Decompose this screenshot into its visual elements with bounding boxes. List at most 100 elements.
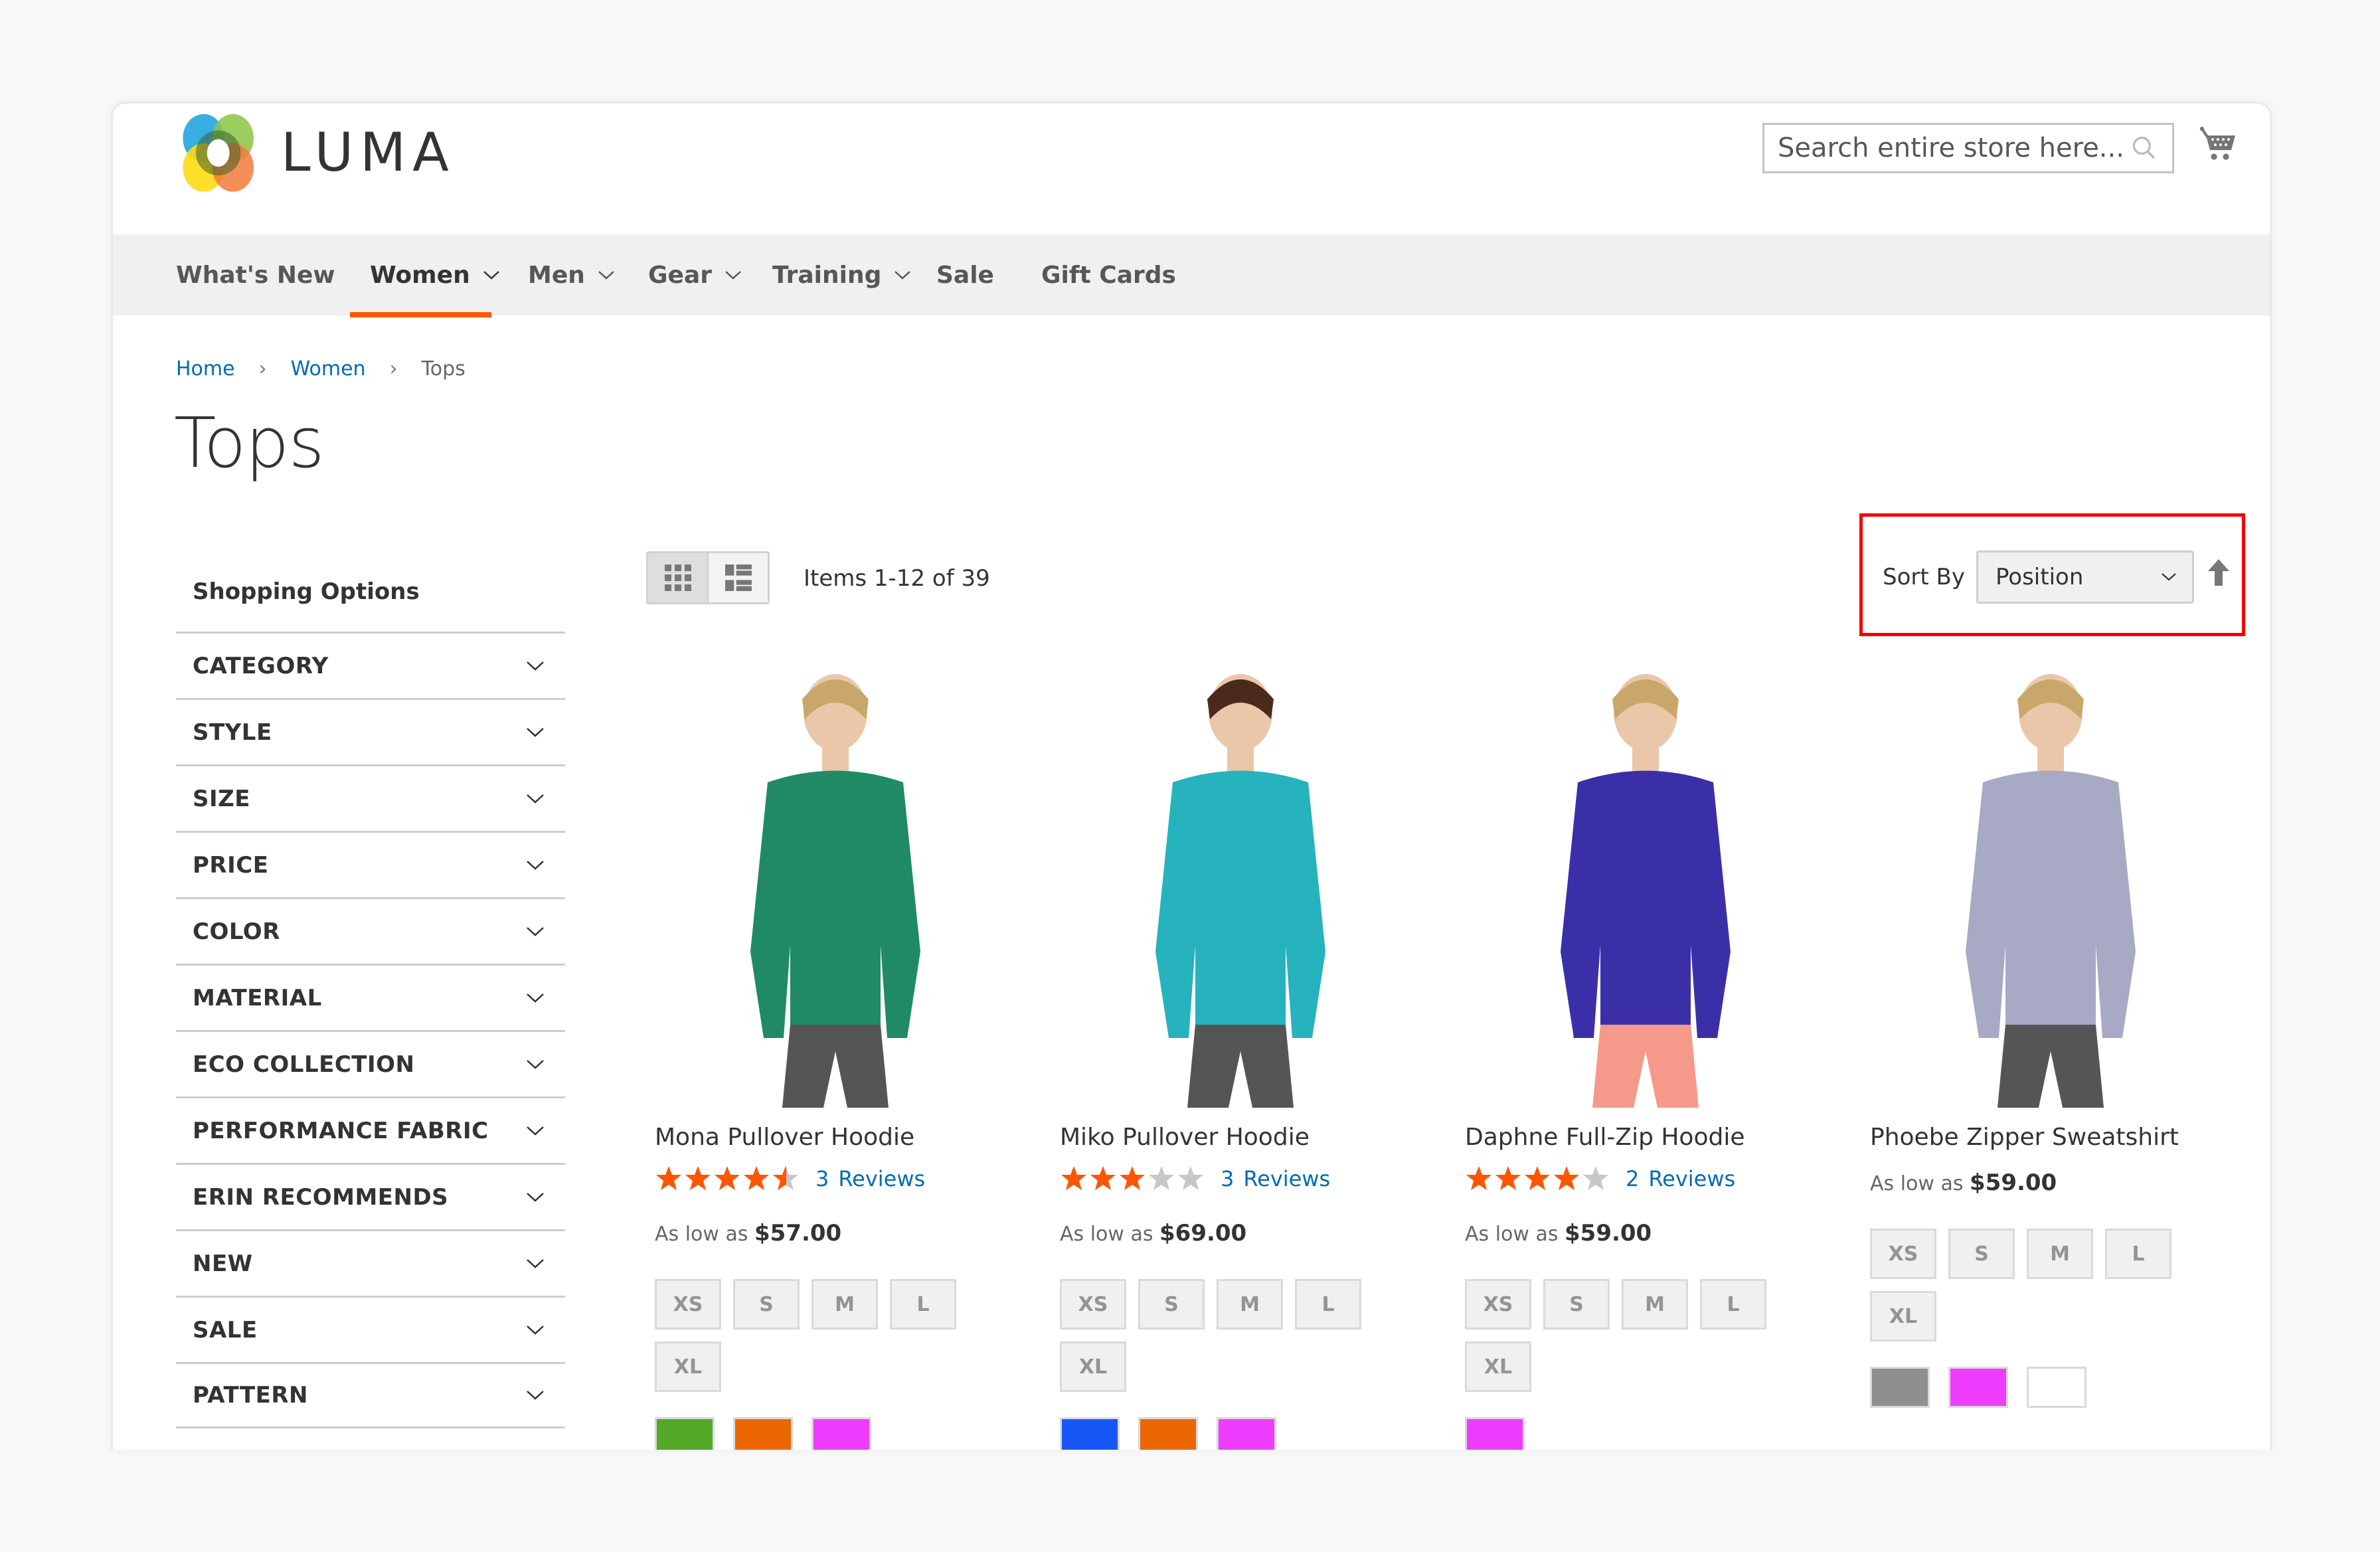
filter-performance-fabric[interactable]: PERFORMANCE FABRIC — [176, 1096, 565, 1163]
size-swatch-m[interactable]: M — [811, 1279, 878, 1330]
color-swatch[interactable] — [1870, 1367, 1930, 1408]
product-card: Daphne Full-Zip Hoodie 2 Reviews As low as … — [1465, 666, 1824, 1450]
filter-color[interactable]: COLOR — [176, 897, 565, 964]
chevron-down-icon — [483, 271, 499, 280]
product-image — [1060, 666, 1418, 1108]
product-price: As low as $59.00 — [1870, 1167, 2229, 1199]
filter-style[interactable]: STYLE — [176, 698, 565, 764]
rating-stars-icon — [1465, 1165, 1611, 1193]
list-view-button[interactable] — [709, 553, 768, 602]
sort-by-select[interactable]: Position — [1976, 551, 2194, 604]
color-swatch[interactable] — [733, 1417, 793, 1450]
chevron-down-icon — [598, 271, 614, 280]
product-price: As low as $59.00 — [1465, 1218, 1824, 1250]
color-swatches — [1060, 1417, 1418, 1450]
product-card: Mona Pullover Hoodie 3 Reviews As low as $5… — [655, 666, 1013, 1450]
size-swatch-l[interactable]: L — [1700, 1279, 1766, 1330]
filter-pattern[interactable]: PATTERN — [176, 1362, 565, 1428]
color-swatch[interactable] — [1217, 1417, 1276, 1450]
search-icon[interactable] — [2130, 133, 2159, 163]
size-swatch-l[interactable]: L — [1295, 1279, 1361, 1330]
size-swatch-xl[interactable]: XL — [1870, 1291, 1936, 1341]
sidebar-title: Shopping Options — [193, 578, 420, 605]
filter-category[interactable]: CATEGORY — [176, 632, 565, 698]
filter-sale[interactable]: SALE — [176, 1296, 565, 1362]
size-swatches: XS S M L XL — [1060, 1279, 1365, 1392]
product-name-link[interactable]: Mona Pullover Hoodie — [655, 1121, 1013, 1154]
color-swatch[interactable] — [811, 1417, 871, 1450]
size-swatch-l[interactable]: L — [890, 1279, 956, 1330]
nav-item-women[interactable]: Women — [370, 234, 501, 315]
product-rating: 3 Reviews — [655, 1164, 1013, 1194]
product-image-link[interactable] — [1060, 666, 1418, 1108]
color-swatch[interactable] — [1465, 1417, 1525, 1450]
product-name-link[interactable]: Daphne Full-Zip Hoodie — [1465, 1121, 1824, 1154]
product-image — [1870, 666, 2229, 1108]
size-swatch-xs[interactable]: XS — [1870, 1229, 1936, 1279]
product-name-link[interactable]: Miko Pullover Hoodie — [1060, 1121, 1418, 1154]
chevron-down-icon — [527, 1325, 544, 1335]
size-swatch-xl[interactable]: XL — [1060, 1341, 1126, 1392]
filter-price[interactable]: PRICE — [176, 831, 565, 897]
reviews-link[interactable]: 3 Reviews — [815, 1166, 925, 1191]
size-swatch-s[interactable]: S — [733, 1279, 800, 1330]
product-name-link[interactable]: Phoebe Zipper Sweatshirt — [1870, 1121, 2229, 1154]
breadcrumb-home[interactable]: Home — [176, 357, 235, 381]
rating-stars-icon — [655, 1165, 801, 1193]
size-swatch-xl[interactable]: XL — [655, 1341, 721, 1392]
size-swatches: XS S M L XL — [655, 1279, 960, 1392]
filter-eco-collection[interactable]: ECO COLLECTION — [176, 1030, 565, 1096]
size-swatch-xs[interactable]: XS — [655, 1279, 721, 1330]
size-swatch-s[interactable]: S — [1138, 1279, 1205, 1330]
items-count: Items 1-12 of 39 — [804, 565, 990, 592]
list-icon — [724, 564, 752, 591]
filter-new[interactable]: NEW — [176, 1229, 565, 1296]
size-swatch-xl[interactable]: XL — [1465, 1341, 1531, 1392]
review-count: 3 — [1221, 1166, 1234, 1191]
color-swatch[interactable] — [2027, 1367, 2086, 1408]
search-field[interactable] — [1762, 123, 2174, 173]
size-swatch-m[interactable]: M — [1622, 1279, 1688, 1330]
reviews-link[interactable]: 2 Reviews — [1626, 1166, 1735, 1191]
nav-item-men[interactable]: Men — [528, 234, 616, 315]
grid-view-button[interactable] — [648, 553, 709, 602]
nav-label: Gift Cards — [1041, 261, 1176, 289]
color-swatches — [1465, 1417, 1824, 1450]
product-image-link[interactable] — [655, 666, 1013, 1108]
filter-erin-recommends[interactable]: ERIN RECOMMENDS — [176, 1163, 565, 1229]
active-nav-indicator — [350, 312, 491, 317]
nav-item-training[interactable]: Training — [772, 234, 912, 315]
nav-item-whats-new[interactable]: What's New — [176, 234, 335, 315]
cart-icon[interactable] — [2198, 124, 2238, 163]
color-swatch[interactable] — [1948, 1367, 2008, 1408]
product-card: Phoebe Zipper Sweatshirt As low as $59.00… — [1870, 666, 2229, 1408]
nav-item-gift-cards[interactable]: Gift Cards — [1041, 234, 1176, 315]
nav-item-sale[interactable]: Sale — [936, 234, 994, 315]
filter-size[interactable]: SIZE — [176, 764, 565, 831]
size-swatch-s[interactable]: S — [1948, 1229, 2015, 1279]
nav-item-gear[interactable]: Gear — [648, 234, 742, 315]
breadcrumb-women[interactable]: Women — [291, 357, 366, 381]
color-swatch[interactable] — [1138, 1417, 1198, 1450]
product-image-link[interactable] — [1465, 666, 1824, 1108]
size-swatch-m[interactable]: M — [1217, 1279, 1283, 1330]
size-swatches: XS S M L XL — [1465, 1279, 1770, 1392]
size-swatch-xs[interactable]: XS — [1465, 1279, 1531, 1330]
logo[interactable]: LUMA — [176, 109, 456, 195]
breadcrumb-separator: › — [389, 357, 398, 381]
reviews-link[interactable]: 3 Reviews — [1221, 1166, 1330, 1191]
chevron-down-icon — [527, 1059, 544, 1069]
chevron-down-icon — [527, 860, 544, 870]
color-swatch[interactable] — [655, 1417, 715, 1450]
size-swatch-xs[interactable]: XS — [1060, 1279, 1126, 1330]
size-swatch-m[interactable]: M — [2027, 1229, 2093, 1279]
search-input[interactable] — [1778, 133, 2130, 163]
size-swatch-l[interactable]: L — [2105, 1229, 2171, 1279]
price-prefix: As low as — [1060, 1223, 1153, 1246]
color-swatch[interactable] — [1060, 1417, 1120, 1450]
product-image-link[interactable] — [1870, 666, 2229, 1108]
filter-material[interactable]: MATERIAL — [176, 964, 565, 1030]
sort-ascending-arrow-icon[interactable] — [2208, 559, 2229, 586]
size-swatch-s[interactable]: S — [1543, 1279, 1610, 1330]
price-prefix: As low as — [1870, 1172, 1964, 1195]
